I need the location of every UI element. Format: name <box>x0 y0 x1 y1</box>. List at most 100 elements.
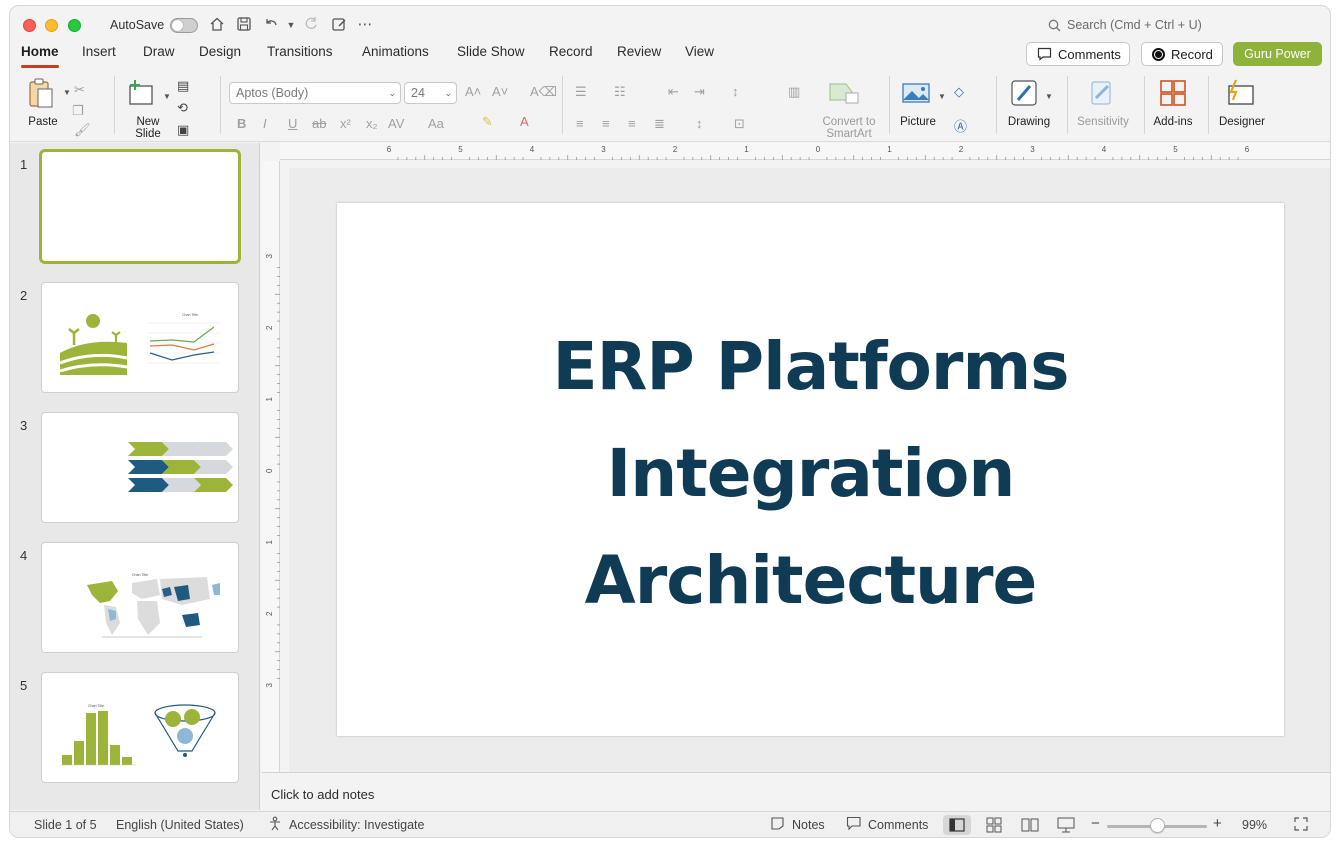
redo-icon[interactable] <box>302 16 320 34</box>
align-left-icon[interactable]: ≡ <box>576 116 584 131</box>
maximize-window-button[interactable] <box>68 19 81 32</box>
increase-indent-icon[interactable]: ⇥ <box>694 84 705 100</box>
clear-formatting-icon[interactable]: A⌫ <box>530 84 557 100</box>
save-icon[interactable] <box>235 16 253 34</box>
drawing-icon[interactable] <box>1010 78 1040 108</box>
tab-transitions[interactable]: Transitions <box>267 44 333 70</box>
align-right-icon[interactable]: ≡ <box>628 116 636 131</box>
sensitivity-icon[interactable] <box>1086 78 1116 108</box>
ruler-label: 2 <box>265 325 274 330</box>
new-slide-chevron-icon[interactable]: ▼ <box>158 88 176 106</box>
copy-icon[interactable]: ❐ <box>72 103 84 119</box>
underline-icon[interactable]: U <box>288 116 297 131</box>
picture-icon[interactable] <box>901 80 931 106</box>
fit-to-window-icon[interactable] <box>1293 816 1309 835</box>
comments-icon[interactable] <box>846 816 862 834</box>
slide-title-text[interactable]: ERP Platforms Integration Architecture <box>337 313 1284 634</box>
increase-font-icon[interactable]: A˄ <box>465 84 481 99</box>
justify-icon[interactable]: ≣ <box>654 116 665 132</box>
strikethrough-icon[interactable]: ab <box>312 116 326 131</box>
numbering-icon[interactable]: ☷ <box>614 84 626 100</box>
record-button[interactable]: Record <box>1141 42 1223 66</box>
text-direction-icon[interactable]: ↕ <box>696 116 703 131</box>
reading-view-button[interactable] <box>1016 815 1044 835</box>
reset-slide-icon[interactable]: ⟲ <box>177 100 188 116</box>
slide-thumbnails-panel[interactable]: 1 2 Chart Title 3 4 Chart Title 5 Chart … <box>10 143 260 810</box>
character-spacing-icon[interactable]: AV <box>388 116 404 131</box>
undo-dropdown-chevron-icon[interactable]: ▼ <box>282 16 300 34</box>
tab-review[interactable]: Review <box>617 44 661 70</box>
format-painter-icon[interactable]: 🖌 <box>74 122 91 138</box>
slide-sorter-view-button[interactable] <box>980 815 1008 835</box>
align-center-icon[interactable]: ≡ <box>602 116 610 131</box>
edit-save-icon[interactable] <box>330 16 348 34</box>
zoom-level[interactable]: 99% <box>1242 818 1267 832</box>
slide-thumbnail-1[interactable] <box>39 149 241 264</box>
notes-icon[interactable] <box>770 816 785 834</box>
undo-icon[interactable] <box>262 16 280 34</box>
home-icon[interactable] <box>208 16 226 34</box>
zoom-out-icon[interactable]: − <box>1091 815 1100 832</box>
guru-power-button[interactable]: Guru Power <box>1233 42 1322 66</box>
zoom-in-icon[interactable]: + <box>1213 815 1222 832</box>
superscript-icon[interactable]: x² <box>340 116 351 131</box>
tab-slide-show[interactable]: Slide Show <box>457 44 525 70</box>
picture-chevron-icon[interactable]: ▼ <box>933 88 951 106</box>
slide-show-view-button[interactable] <box>1052 815 1080 835</box>
tab-record[interactable]: Record <box>549 44 593 70</box>
line-spacing-icon[interactable]: ↕ <box>732 84 739 99</box>
more-options-icon[interactable]: ⋯ <box>356 16 374 34</box>
zoom-slider-knob[interactable] <box>1150 818 1165 833</box>
notes-pane[interactable]: Click to add notes <box>262 772 1330 810</box>
ruler-label: 3 <box>265 683 274 688</box>
layout-icon[interactable]: ▤ <box>177 78 189 94</box>
cut-icon[interactable]: ✂ <box>74 82 85 98</box>
vertical-ruler[interactable]: 3 2 1 0 1 2 3 <box>262 161 280 776</box>
slide-thumbnail-3[interactable] <box>41 412 239 523</box>
search-box[interactable]: Search (Cmd + Ctrl + U) <box>1048 18 1202 32</box>
slide-thumbnail-2[interactable]: Chart Title <box>41 282 239 393</box>
paste-icon[interactable] <box>24 76 58 110</box>
font-color-icon[interactable]: A <box>520 114 529 129</box>
decrease-indent-icon[interactable]: ⇤ <box>668 84 679 100</box>
current-slide[interactable]: ERP Platforms Integration Architecture <box>337 203 1284 736</box>
tab-design[interactable]: Design <box>199 44 241 70</box>
bold-icon[interactable]: B <box>237 116 246 131</box>
slide-thumbnail-4[interactable]: Chart Title <box>41 542 239 653</box>
font-size-select[interactable]: 24 ⌄ <box>404 82 457 104</box>
font-name-select[interactable]: Aptos (Body) ⌄ <box>229 82 401 104</box>
accessibility-status[interactable]: Accessibility: Investigate <box>289 818 424 832</box>
highlight-icon[interactable]: ✎ <box>482 114 493 130</box>
change-case-icon[interactable]: Aa <box>428 116 444 131</box>
bullets-icon[interactable]: ☰ <box>575 84 587 100</box>
minimize-window-button[interactable] <box>45 19 58 32</box>
shapes-icon[interactable]: ◇ <box>954 84 964 100</box>
addins-icon[interactable] <box>1158 78 1188 108</box>
horizontal-ruler[interactable]: 6 5 4 3 2 1 0 1 2 3 4 5 6 <box>280 143 1330 160</box>
close-window-button[interactable] <box>23 19 36 32</box>
tab-draw[interactable]: Draw <box>143 44 175 70</box>
slide-thumbnail-5[interactable]: Chart Title <box>41 672 239 783</box>
tab-home[interactable]: Home <box>21 44 59 70</box>
text-box-icon[interactable]: Ⓐ <box>954 116 967 135</box>
tab-insert[interactable]: Insert <box>82 44 116 70</box>
tab-animations[interactable]: Animations <box>362 44 429 70</box>
smartart-icon[interactable] <box>828 80 860 106</box>
normal-view-button[interactable] <box>943 815 971 835</box>
comments-button[interactable]: Comments <box>1026 42 1130 66</box>
designer-icon[interactable] <box>1224 78 1256 108</box>
align-text-icon[interactable]: ⊡ <box>734 116 745 132</box>
section-icon[interactable]: ▣ <box>177 122 189 138</box>
italic-icon[interactable]: I <box>263 116 267 131</box>
tab-view[interactable]: View <box>685 44 714 70</box>
drawing-chevron-icon[interactable]: ▼ <box>1040 88 1058 106</box>
comments-status-button[interactable]: Comments <box>868 818 928 832</box>
notes-button[interactable]: Notes <box>792 818 825 832</box>
autosave-toggle[interactable] <box>170 18 198 33</box>
subscript-icon[interactable]: x₂ <box>366 116 378 131</box>
new-slide-icon[interactable] <box>127 78 157 108</box>
accessibility-icon <box>268 816 283 834</box>
decrease-font-icon[interactable]: A˅ <box>492 84 508 99</box>
columns-icon[interactable]: ▥ <box>788 84 800 100</box>
language-indicator[interactable]: English (United States) <box>116 818 244 832</box>
